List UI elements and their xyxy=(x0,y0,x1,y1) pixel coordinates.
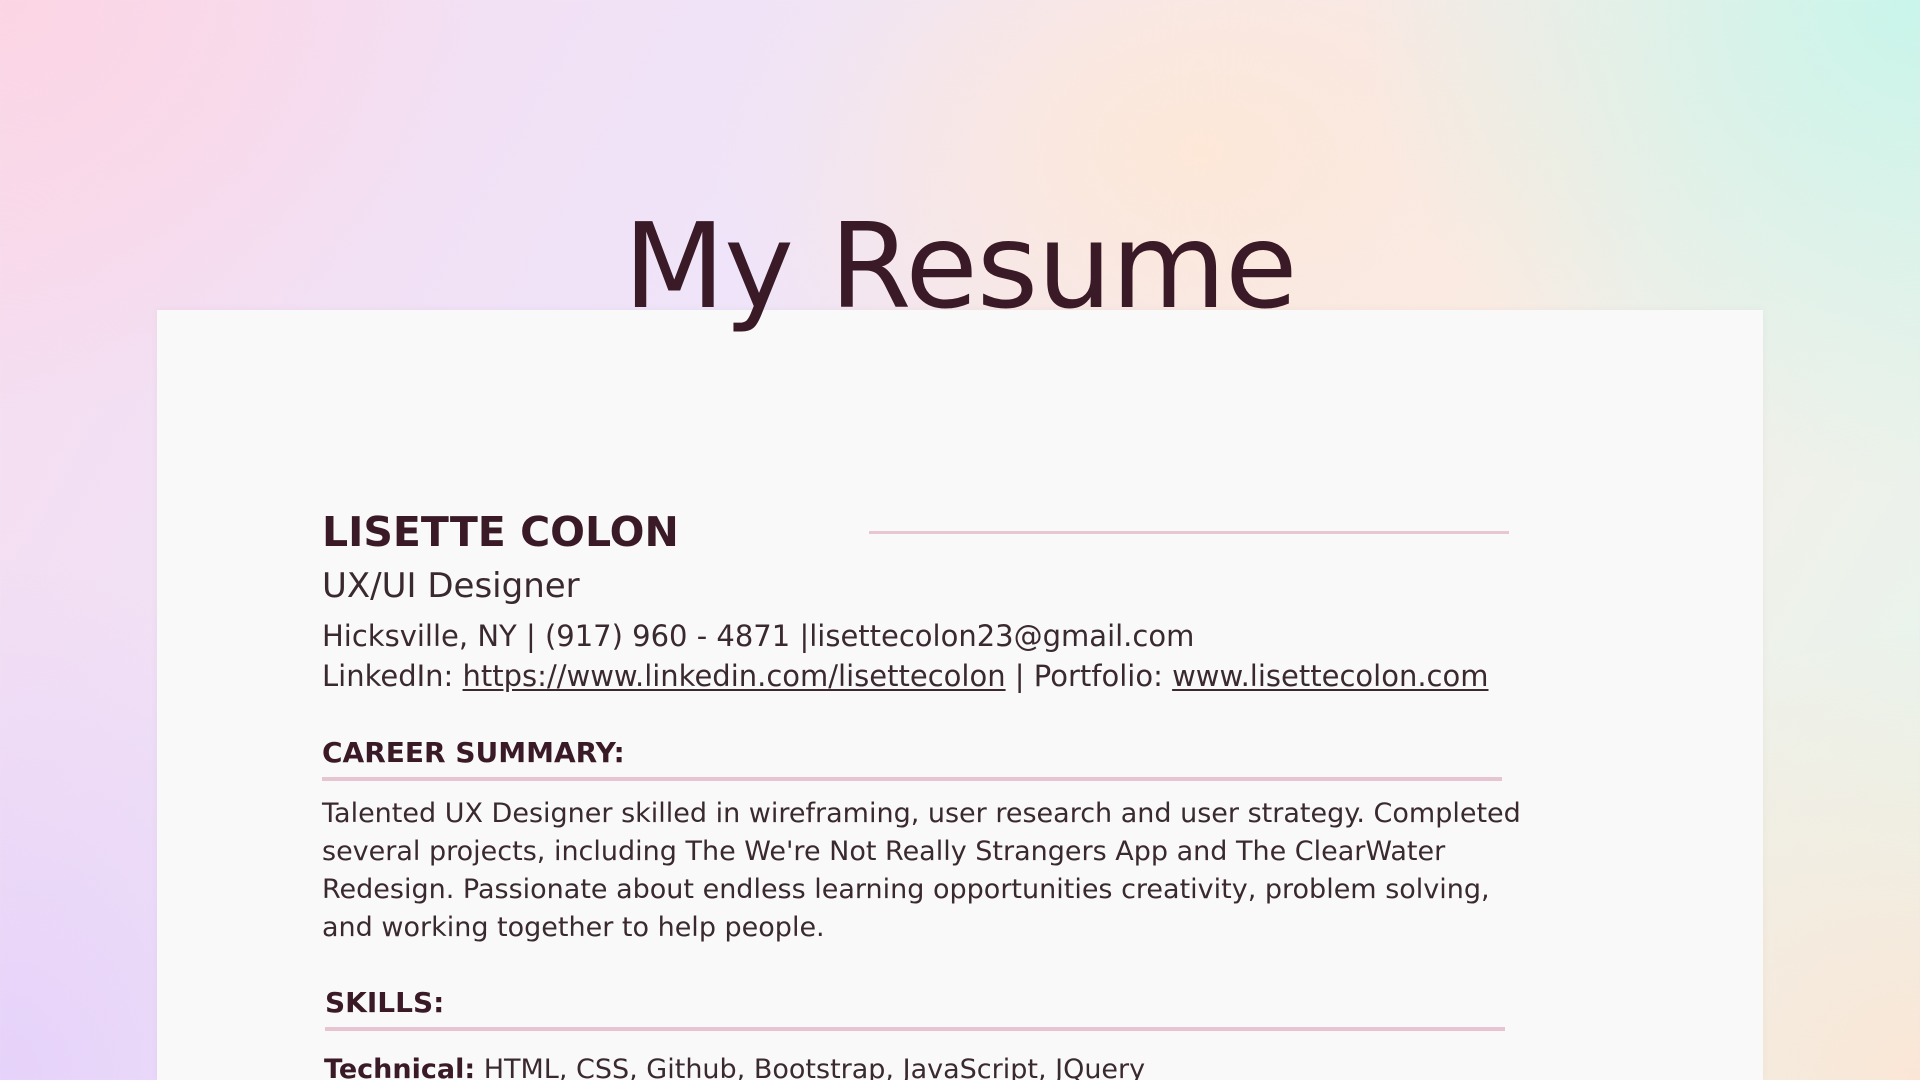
contact-location: Hicksville, NY xyxy=(322,619,517,653)
skills-heading: SKILLS: xyxy=(325,986,445,1019)
resume-role: UX/UI Designer xyxy=(322,566,580,606)
contact-line-primary: Hicksville, NY | (917) 960 - 4871 |liset… xyxy=(322,616,1194,656)
resume-name: LISETTE COLON xyxy=(322,508,679,556)
portfolio-link[interactable]: www.lisettecolon.com xyxy=(1172,659,1488,693)
career-summary-heading: CAREER SUMMARY: xyxy=(322,736,625,769)
contact-separator: | xyxy=(1014,659,1025,693)
contact-email: lisettecolon23@gmail.com xyxy=(809,619,1195,653)
linkedin-link[interactable]: https://www.linkedin.com/lisettecolon xyxy=(463,659,1006,693)
skills-technical: Technical: HTML, CSS, Github, Bootstrap,… xyxy=(324,1051,1145,1080)
linkedin-label: LinkedIn: xyxy=(322,659,454,693)
career-summary-divider xyxy=(322,777,1502,781)
skills-divider xyxy=(325,1027,1505,1031)
contact-line-links: LinkedIn: https://www.linkedin.com/liset… xyxy=(322,656,1488,696)
resume-document: LISETTE COLON UX/UI Designer Hicksville,… xyxy=(157,310,1763,1080)
page-title: My Resume xyxy=(623,197,1297,335)
career-summary-text: Talented UX Designer skilled in wirefram… xyxy=(322,798,1521,943)
skills-technical-label: Technical: xyxy=(324,1054,476,1080)
contact-separator: | xyxy=(799,619,810,653)
contact-separator: | xyxy=(525,619,536,653)
contact-phone: (917) 960 - 4871 xyxy=(544,619,791,653)
portfolio-label: Portfolio: xyxy=(1033,659,1163,693)
name-divider xyxy=(869,531,1509,534)
skills-technical-value: HTML, CSS, Github, Bootstrap, JavaScript… xyxy=(483,1054,1146,1080)
